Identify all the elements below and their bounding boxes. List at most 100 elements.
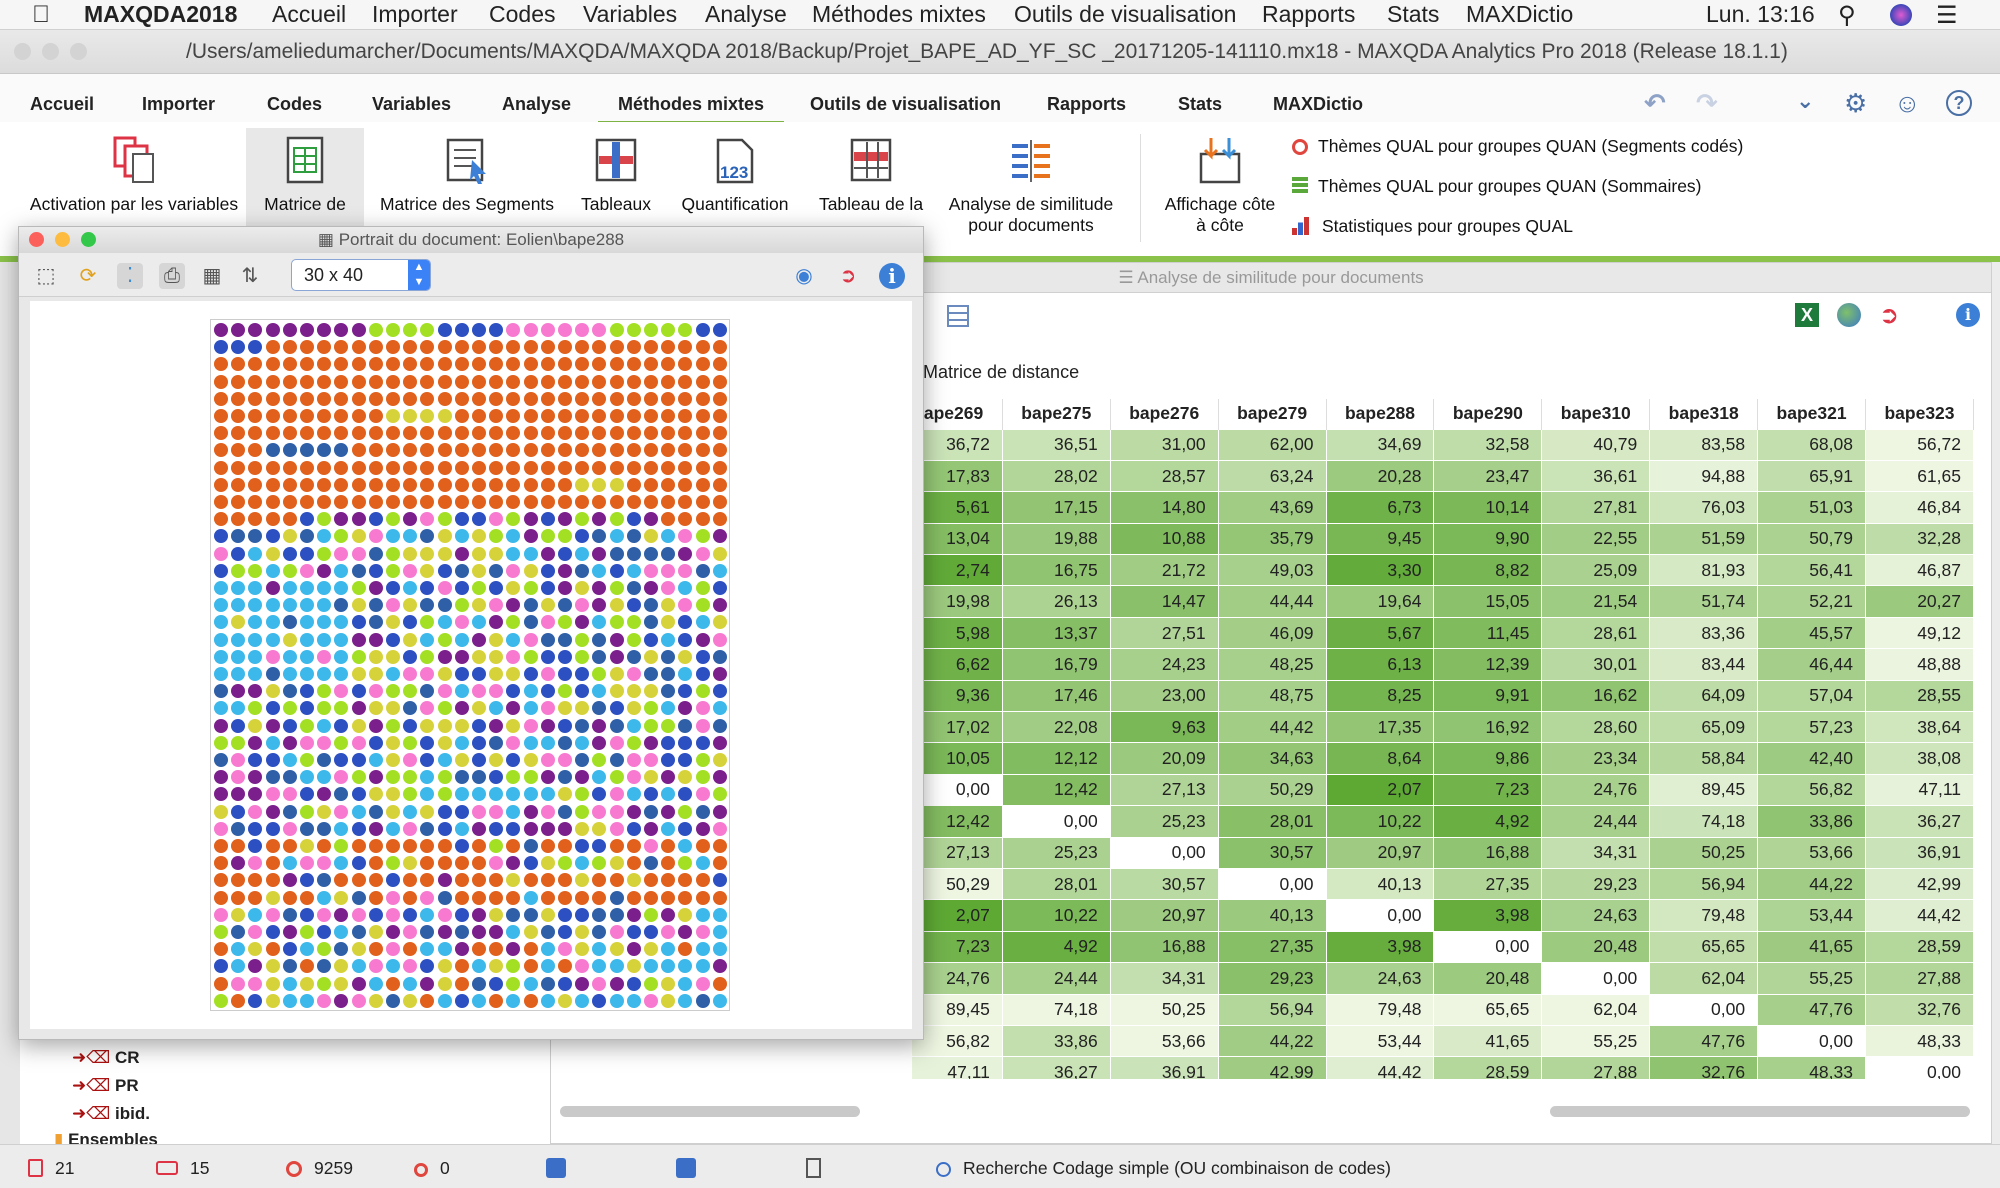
gear-icon[interactable]: ⚙ (1844, 88, 1867, 119)
matrix-cell[interactable]: 28,57 (1109, 459, 1219, 493)
matrix-cell[interactable]: 83,58 (1649, 428, 1759, 461)
tab-rapports[interactable]: Rapports (1047, 94, 1126, 115)
help-icon[interactable]: ? (1946, 90, 1972, 116)
matrix-cell[interactable]: 32,76 (1865, 993, 1974, 1026)
undo-icon[interactable]: ↶ (1644, 88, 1666, 119)
activation-variables-button[interactable]: Activation par les variables (20, 136, 248, 215)
matrix-cell[interactable]: 2,74 (912, 554, 1003, 587)
matrix-cell[interactable]: 83,44 (1649, 648, 1759, 681)
matrix-cell[interactable]: 24,44 (1001, 962, 1111, 995)
matrix-cell[interactable]: 46,44 (1757, 648, 1866, 681)
matrix-cell[interactable]: 32,58 (1433, 428, 1543, 461)
portrait-zoom-button[interactable] (81, 232, 96, 247)
matrix-cell[interactable]: 28,61 (1541, 616, 1651, 650)
select-icon[interactable]: ⬚ (33, 263, 59, 289)
matrix-cell[interactable]: 24,76 (1541, 773, 1651, 807)
matrix-cell[interactable]: 31,00 (1109, 428, 1219, 461)
tree-item-pr[interactable]: ➜⌫ PR (72, 1076, 139, 1096)
matrix-cell[interactable]: 50,29 (912, 867, 1003, 901)
matrix-cell[interactable]: 38,08 (1865, 742, 1974, 775)
matrix-cell[interactable]: 53,44 (1325, 1024, 1435, 1058)
matrix-cell[interactable]: 49,12 (1865, 616, 1974, 650)
status-activation-icon-2[interactable] (676, 1158, 708, 1180)
smiley-icon[interactable]: ☺ (1894, 88, 1921, 119)
matrix-cell[interactable]: 5,67 (1325, 616, 1435, 650)
quantification-button[interactable]: 123 Quantification (672, 136, 798, 215)
tab-stats[interactable]: Stats (1178, 94, 1222, 115)
matrix-cell[interactable]: 47,11 (912, 1056, 1003, 1079)
menu-analyse[interactable]: Analyse (705, 1, 787, 28)
matrix-horizontal-scrollbar[interactable] (1550, 1106, 1970, 1117)
matrix-cell[interactable]: 12,42 (912, 805, 1003, 838)
matrix-cell[interactable]: 13,04 (912, 522, 1003, 556)
matrix-cell[interactable]: 56,41 (1757, 554, 1866, 587)
matrix-cell[interactable]: 5,98 (912, 616, 1003, 650)
matrix-cell[interactable]: 24,76 (912, 962, 1003, 995)
matrix-cell[interactable]: 63,24 (1217, 459, 1327, 493)
matrix-cell[interactable]: 23,00 (1109, 679, 1219, 713)
matrix-cell[interactable]: 28,59 (1433, 1056, 1543, 1079)
matrix-cell[interactable]: 36,27 (1001, 1056, 1111, 1079)
status-document-icon[interactable] (806, 1158, 833, 1180)
clock[interactable]: Lun. 13:16 (1706, 1, 1815, 28)
menu-methodes-mixtes[interactable]: Méthodes mixtes (812, 1, 986, 28)
matrix-cell[interactable]: 24,23 (1109, 648, 1219, 681)
matrix-cell[interactable]: 42,99 (1217, 1056, 1327, 1079)
matrix-cell[interactable]: 30,57 (1109, 867, 1219, 901)
matrix-cell[interactable]: 58,84 (1649, 742, 1759, 775)
matrix-cell[interactable]: 20,97 (1109, 899, 1219, 932)
tab-accueil[interactable]: Accueil (30, 94, 94, 115)
matrix-cell[interactable]: 10,22 (1325, 805, 1435, 838)
matrix-cell[interactable]: 44,42 (1325, 1056, 1435, 1079)
matrix-cell[interactable]: 27,35 (1433, 867, 1543, 901)
matrix-cell[interactable]: 34,31 (1109, 962, 1219, 995)
matrix-cell[interactable]: 27,51 (1109, 616, 1219, 650)
matrix-cell[interactable]: 46,09 (1217, 616, 1327, 650)
affichage-cote-button[interactable]: Affichage côte à côte (1152, 136, 1288, 236)
matrix-column-header[interactable]: bape279 (1218, 399, 1327, 429)
tab-methodes-mixtes[interactable]: Méthodes mixtes (598, 94, 785, 125)
matrix-cell[interactable]: 47,76 (1649, 1024, 1759, 1058)
matrix-cell[interactable]: 94,88 (1649, 459, 1759, 493)
matrix-cell[interactable]: 44,22 (1217, 1024, 1327, 1058)
tab-codes[interactable]: Codes (267, 94, 322, 115)
matrix-cell[interactable]: 62,04 (1649, 962, 1759, 995)
matrix-cell[interactable]: 53,66 (1757, 836, 1866, 869)
matrix-cell[interactable]: 65,91 (1757, 459, 1866, 493)
status-codes[interactable]: 15 (156, 1158, 209, 1179)
matrix-cell[interactable]: 28,01 (1217, 805, 1327, 838)
redo-icon[interactable]: ↷ (1696, 88, 1718, 119)
matrix-column-header[interactable]: bape288 (1326, 399, 1435, 429)
matrix-cell[interactable]: 3,30 (1325, 554, 1435, 587)
matrix-cell[interactable]: 26,13 (1001, 585, 1111, 618)
matrix-cell[interactable]: 19,98 (912, 585, 1003, 618)
matrix-cell[interactable]: 12,42 (1001, 773, 1111, 807)
matrix-cell[interactable]: 46,84 (1865, 491, 1974, 524)
grid-size-select[interactable]: 30 x 40 ▲ ▼ (291, 259, 431, 291)
apple-icon[interactable]:  (32, 1, 50, 29)
matrix-cell[interactable]: 8,64 (1325, 742, 1435, 775)
matrix-cell[interactable]: 27,88 (1865, 962, 1974, 995)
matrix-cell[interactable]: 76,03 (1649, 491, 1759, 524)
status-memos[interactable]: 0 (414, 1158, 450, 1179)
matrix-cell[interactable]: 48,33 (1865, 1024, 1974, 1058)
matrix-cell[interactable]: 17,46 (1001, 679, 1111, 713)
themes-qual-segments-button[interactable]: Thèmes QUAL pour groupes QUAN (Segments … (1292, 136, 1743, 157)
matrix-cell[interactable]: 0,00 (1757, 1024, 1866, 1058)
analyse-similitude-button[interactable]: Analyse de similitude pour documents (940, 136, 1122, 236)
matrix-cell[interactable]: 12,39 (1433, 648, 1543, 681)
matrix-cell[interactable]: 40,13 (1217, 899, 1327, 932)
matrix-cell[interactable]: 22,55 (1541, 522, 1651, 556)
matrix-cell[interactable]: 6,73 (1325, 491, 1435, 524)
matrix-cell[interactable]: 49,03 (1217, 554, 1327, 587)
tab-importer[interactable]: Importer (142, 94, 215, 115)
menu-rapports[interactable]: Rapports (1262, 1, 1355, 28)
matrix-cell[interactable]: 9,86 (1433, 742, 1543, 775)
matrix-cell[interactable]: 89,45 (1649, 773, 1759, 807)
matrix-cell[interactable]: 55,25 (1541, 1024, 1651, 1058)
table-settings-icon[interactable]: ▦ (199, 263, 225, 289)
matrix-cell[interactable]: 40,79 (1541, 428, 1651, 461)
matrix-cell[interactable]: 56,72 (1865, 428, 1974, 461)
matrix-cell[interactable]: 43,69 (1217, 491, 1327, 524)
matrix-cell[interactable]: 20,09 (1109, 742, 1219, 775)
